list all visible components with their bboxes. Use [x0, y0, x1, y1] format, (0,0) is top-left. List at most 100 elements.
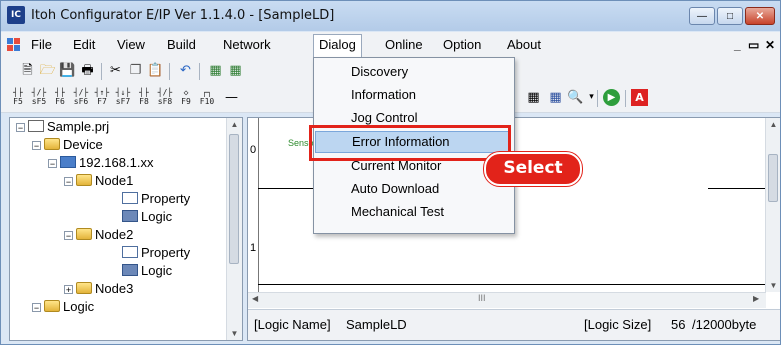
collapse-icon[interactable]: − [64, 231, 73, 241]
tree-label: Property [141, 191, 191, 206]
fkey-glyph: ┤↓├ [115, 88, 131, 97]
document-icon[interactable] [7, 38, 21, 52]
menu-option[interactable]: Option [439, 36, 485, 53]
fkey-label: sF6 [73, 97, 89, 106]
tree-scrollbar[interactable]: ▲ ▼ [226, 118, 242, 340]
tree-item-property[interactable]: Property [122, 244, 190, 262]
scroll-grip[interactable]: III [478, 293, 486, 303]
menu-dialog[interactable]: Dialog [313, 34, 362, 57]
fkey-label: F10 [199, 97, 215, 106]
menu-item-information[interactable]: Information [315, 84, 511, 106]
copy-icon[interactable]: ❐ [127, 62, 144, 79]
search-icon[interactable]: 🔍 [567, 89, 584, 106]
expand-icon[interactable]: + [64, 285, 73, 295]
scroll-left-icon[interactable]: ◀ [252, 294, 258, 303]
toolbar-separator [169, 63, 170, 80]
tree-label: Node3 [95, 281, 134, 296]
tree-item-node2[interactable]: Node2 [76, 226, 133, 244]
fkey-f5-icon[interactable]: ┤├ F5 [9, 88, 27, 108]
logic-name-value: SampleLD [346, 317, 407, 332]
scroll-thumb[interactable] [229, 134, 239, 264]
tree-item-ip[interactable]: 192.168.1.xx [60, 154, 153, 172]
undo-icon[interactable]: ↶ [177, 62, 194, 79]
fkey-glyph: ┤├ [13, 88, 23, 97]
fkey-f6-icon[interactable]: ┤├ F6 [51, 88, 69, 108]
menu-network[interactable]: Network [219, 36, 275, 53]
fkey-sf7-icon[interactable]: ┤↓├ sF7 [114, 88, 132, 108]
editor-vscrollbar[interactable]: ▲ ▼ [765, 118, 780, 292]
folder-icon [44, 138, 60, 150]
new-file-icon[interactable]: 🗎 [19, 62, 36, 79]
paste-icon[interactable]: 📋 [147, 62, 164, 79]
fkey-sf6-icon[interactable]: ┤/├ sF6 [72, 88, 90, 108]
fkey-sf5-icon[interactable]: ┤/├ sF5 [30, 88, 48, 108]
close-button[interactable]: ✕ [745, 7, 775, 25]
print-icon[interactable]: 🖶 [79, 62, 96, 79]
fkey-glyph: ┤↑├ [94, 88, 110, 97]
collapse-icon[interactable]: − [32, 303, 41, 313]
window-title: Itoh Configurator E/IP Ver 1.1.4.0 - [Sa… [31, 8, 335, 23]
tree-item-node3[interactable]: Node3 [76, 280, 133, 298]
fkey-grid-icon[interactable]: ▦ [525, 89, 542, 106]
open-folder-icon[interactable]: 🗁 [39, 62, 56, 79]
cut-icon[interactable]: ✂ [107, 62, 124, 79]
collapse-icon[interactable]: − [16, 123, 25, 133]
menu-build[interactable]: Build [163, 36, 200, 53]
menu-about[interactable]: About [503, 36, 545, 53]
tree-label: Logic [141, 209, 173, 224]
scroll-up-icon[interactable]: ▲ [227, 120, 242, 129]
rebuild-icon[interactable]: ▦ [227, 62, 244, 79]
maximize-button[interactable]: □ [717, 7, 743, 25]
tree-item-logic-root[interactable]: Logic [44, 298, 94, 316]
mdi-restore-icon[interactable]: ▭ [748, 38, 759, 52]
logic-size-max: /12000byte [692, 317, 757, 332]
folder-icon [76, 282, 92, 294]
scroll-down-icon[interactable]: ▼ [766, 281, 780, 290]
tree-item-property[interactable]: Property [122, 190, 190, 208]
menu-item-mechanical-test[interactable]: Mechanical Test [315, 201, 511, 223]
collapse-icon[interactable]: − [48, 159, 57, 169]
logic-icon [122, 210, 138, 222]
fkey-f7-icon[interactable]: ┤↑├ F7 [93, 88, 111, 108]
fkey-sf8-icon[interactable]: ┤/├ sF8 [156, 88, 174, 108]
fkey-f8-icon[interactable]: ┤├ F8 [135, 88, 153, 108]
fkey-f9-icon[interactable]: ◇ F9 [177, 88, 195, 108]
editor-hscrollbar[interactable]: ◀ III ▶ [248, 292, 766, 308]
tree-item-logic[interactable]: Logic [122, 208, 172, 226]
menu-online[interactable]: Online [381, 36, 427, 53]
tree-item-node1[interactable]: Node1 [76, 172, 133, 190]
tree-item-project[interactable]: Sample.prj [28, 118, 109, 136]
mdi-close-icon[interactable]: ✕ [765, 38, 775, 52]
rung-number: 1 [250, 242, 257, 254]
fkey-glyph: ┌┐ [202, 88, 212, 97]
minimize-button[interactable]: — [689, 7, 715, 25]
scroll-up-icon[interactable]: ▲ [766, 120, 780, 129]
fkey-f10-icon[interactable]: ┌┐ F10 [198, 88, 216, 108]
tree-item-device[interactable]: Device [44, 136, 103, 154]
rung-line [258, 188, 313, 189]
save-icon[interactable]: 💾 [59, 62, 76, 79]
menu-bar: File Edit View Build Network Dialog Onli… [1, 32, 780, 59]
collapse-icon[interactable]: − [64, 177, 73, 187]
menu-edit[interactable]: Edit [69, 36, 99, 53]
table-icon[interactable]: ▦ [547, 89, 564, 106]
highlight-box [309, 125, 511, 161]
scroll-thumb[interactable] [768, 154, 778, 202]
menu-item-auto-download[interactable]: Auto Download [315, 178, 511, 200]
fkey-glyph: ◇ [183, 88, 189, 97]
tree-item-logic[interactable]: Logic [122, 262, 172, 280]
scroll-right-icon[interactable]: ▶ [753, 294, 759, 303]
mdi-minimize-icon[interactable]: _ [734, 38, 741, 52]
menu-view[interactable]: View [113, 36, 149, 53]
toolbar-separator [625, 90, 626, 107]
scroll-down-icon[interactable]: ▼ [227, 329, 242, 338]
alarm-icon[interactable]: A [631, 89, 648, 106]
menu-file[interactable]: File [27, 36, 56, 53]
menu-item-discovery[interactable]: Discovery [315, 61, 511, 83]
collapse-icon[interactable]: − [32, 141, 41, 151]
toolbar-separator [101, 63, 102, 80]
run-icon[interactable]: ▶ [603, 89, 620, 106]
build-icon[interactable]: ▦ [207, 62, 224, 79]
hline-icon[interactable]: — [223, 89, 240, 106]
project-tree: − Sample.prj − Device − 192.168.1.xx − N… [9, 117, 243, 341]
